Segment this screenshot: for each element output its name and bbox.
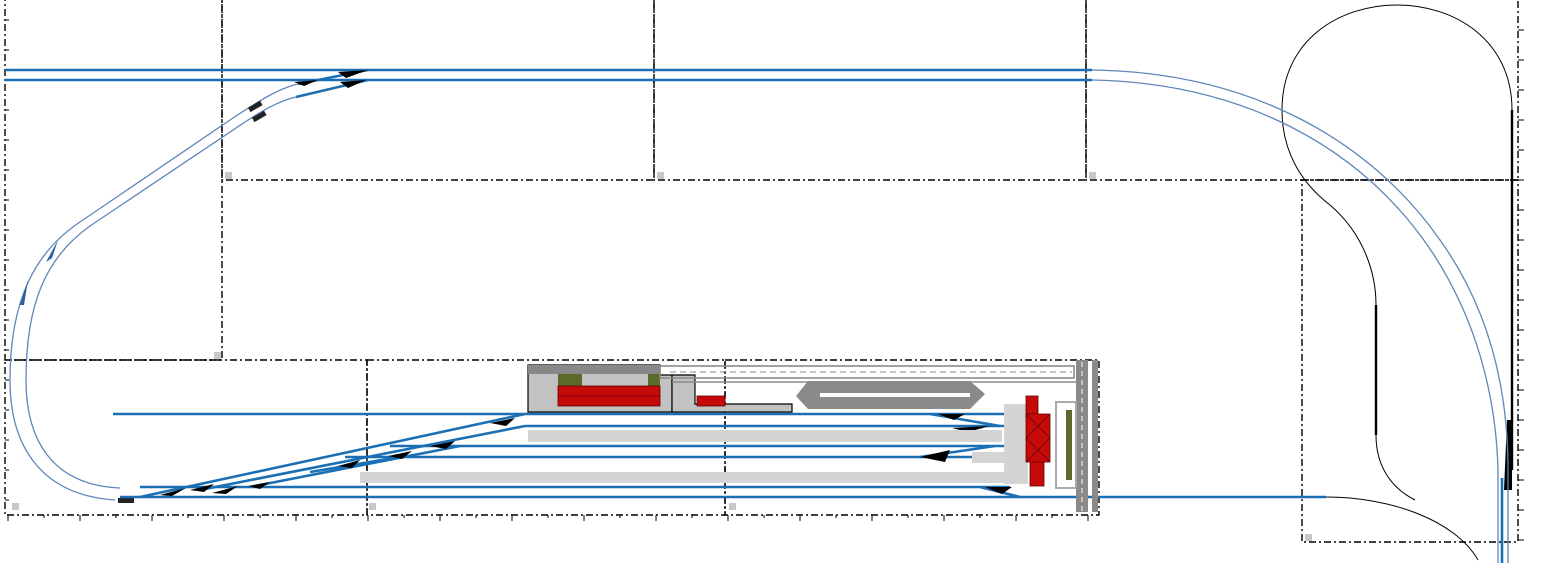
red-shed bbox=[696, 395, 726, 407]
baseboard-bottom-left bbox=[4, 359, 368, 516]
garden-patch bbox=[648, 374, 660, 386]
baseboard-top-middle bbox=[221, 0, 655, 181]
baseboard-top-center bbox=[653, 0, 1087, 181]
track-plan-canvas bbox=[4, 0, 1524, 563]
dock-building bbox=[1029, 461, 1045, 487]
ladder-track bbox=[139, 412, 526, 499]
helix-descent bbox=[1325, 496, 1479, 561]
garden-patch bbox=[558, 374, 582, 386]
helix-circle bbox=[1281, 4, 1513, 501]
corner-marker bbox=[1089, 172, 1096, 179]
curve-outer bbox=[9, 83, 299, 501]
dock-building bbox=[1025, 413, 1051, 463]
corner-marker bbox=[1305, 534, 1312, 541]
corner-marker bbox=[729, 503, 736, 510]
board-corner-markers bbox=[12, 172, 1312, 541]
platform-main bbox=[528, 430, 1002, 442]
curve-outer-right bbox=[1091, 69, 1509, 563]
corner-marker bbox=[12, 503, 19, 510]
turnout bbox=[920, 450, 950, 462]
mainline-top bbox=[5, 68, 1092, 99]
helix-return-loop bbox=[1281, 4, 1514, 561]
station-roof bbox=[528, 365, 660, 374]
bay-platform bbox=[1004, 404, 1028, 484]
platform-long bbox=[360, 472, 1010, 483]
corner-marker bbox=[369, 503, 376, 510]
left-return-curve bbox=[9, 83, 299, 503]
platform-short bbox=[972, 452, 1004, 463]
goods-dock bbox=[1025, 395, 1077, 489]
corner-marker bbox=[225, 172, 232, 179]
signal-icon bbox=[118, 498, 134, 503]
curve-inner bbox=[25, 96, 297, 489]
baseboard-outlines bbox=[4, 0, 1519, 543]
scale-ticks-right bbox=[1518, 29, 1524, 541]
platforms bbox=[360, 404, 1028, 484]
cattle-pen-green bbox=[1066, 410, 1072, 480]
corner-marker bbox=[214, 352, 221, 359]
station-annex bbox=[671, 374, 793, 413]
baseboard-top-right bbox=[1085, 0, 1519, 181]
corner-marker bbox=[657, 172, 664, 179]
baseboard-right-return bbox=[1301, 179, 1519, 543]
scale-ticks-bottom bbox=[7, 515, 1089, 521]
right-return-curve bbox=[1091, 69, 1509, 563]
baseboard-top-left bbox=[4, 0, 223, 361]
station-yard bbox=[113, 412, 1326, 499]
ladder-track-right bbox=[929, 412, 1001, 428]
curve-inner-right bbox=[1091, 79, 1499, 563]
